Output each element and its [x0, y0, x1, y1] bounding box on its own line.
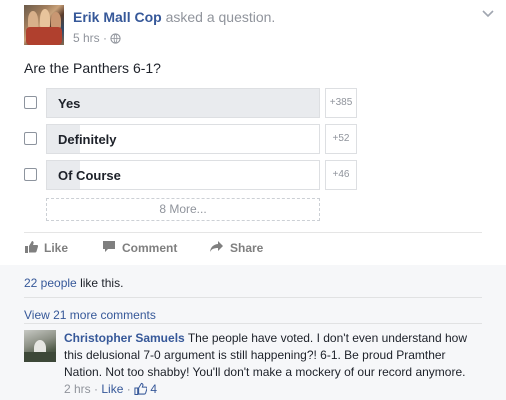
post-header: Erik Mall Cop asked a question.: [73, 9, 275, 25]
divider: [24, 232, 482, 233]
poll-option-bar[interactable]: Yes: [46, 88, 320, 118]
post-action-text: asked a question.: [165, 9, 276, 25]
poll-option-checkbox[interactable]: [24, 132, 37, 145]
poll-option[interactable]: Of Course +46: [24, 160, 364, 190]
comment: Christopher Samuels The people have vote…: [64, 330, 484, 381]
poll-post: Erik Mall Cop asked a question. 5 hrs · …: [0, 0, 506, 400]
comment-button[interactable]: Comment: [102, 240, 177, 256]
commenter-avatar[interactable]: [24, 330, 56, 362]
poll-more-options-button[interactable]: 8 More...: [46, 198, 320, 221]
poll-option-label: Of Course: [58, 168, 121, 183]
post-meta: 5 hrs ·: [73, 31, 122, 47]
poll-option-label: Yes: [58, 96, 81, 111]
thumbs-up-icon: [134, 382, 148, 398]
poll-option[interactable]: Yes +385: [24, 88, 364, 118]
poll-option-bar[interactable]: Definitely: [46, 124, 320, 154]
poll-option-count[interactable]: +52: [325, 124, 357, 154]
globe-icon: [110, 33, 122, 47]
comment-like-count[interactable]: 4: [150, 382, 157, 396]
likes-suffix: like this.: [80, 276, 124, 290]
poll-option-count[interactable]: +46: [325, 160, 357, 190]
share-label: Share: [230, 241, 264, 255]
share-button[interactable]: Share: [209, 240, 263, 256]
post-timestamp[interactable]: 5 hrs: [73, 31, 100, 45]
divider: [24, 297, 482, 298]
comment-meta: 2 hrs · Like · 4: [64, 382, 157, 398]
poll-question: Are the Panthers 6-1?: [24, 60, 161, 76]
commenter-name[interactable]: Christopher Samuels: [64, 331, 185, 345]
poll-option-checkbox[interactable]: [24, 168, 37, 181]
poll-option-label: Definitely: [58, 132, 117, 147]
comment-icon: [102, 240, 116, 256]
share-icon: [209, 240, 224, 256]
view-more-comments-link[interactable]: View 21 more comments: [24, 308, 156, 322]
thumbs-up-icon: [24, 240, 39, 256]
poll-option-bar[interactable]: Of Course: [46, 160, 320, 190]
chevron-down-icon[interactable]: [481, 6, 495, 20]
like-label: Like: [44, 241, 69, 255]
likes-people-link[interactable]: 22 people: [24, 276, 77, 290]
author-avatar[interactable]: [24, 5, 64, 45]
likes-summary: 22 people like this.: [24, 276, 123, 290]
poll-option-count[interactable]: +385: [325, 88, 357, 118]
comment-timestamp[interactable]: 2 hrs: [64, 382, 91, 396]
poll-option-fill: [47, 89, 319, 117]
meta-separator: ·: [103, 31, 108, 45]
comment-like-button[interactable]: Like: [101, 382, 123, 396]
author-name[interactable]: Erik Mall Cop: [73, 9, 162, 25]
meta-separator: ·: [94, 382, 99, 396]
meta-separator: ·: [126, 382, 131, 396]
poll-option[interactable]: Definitely +52: [24, 124, 364, 154]
comment-label: Comment: [122, 241, 178, 255]
like-button[interactable]: Like: [24, 240, 68, 256]
divider: [24, 323, 482, 324]
poll-option-checkbox[interactable]: [24, 96, 37, 109]
